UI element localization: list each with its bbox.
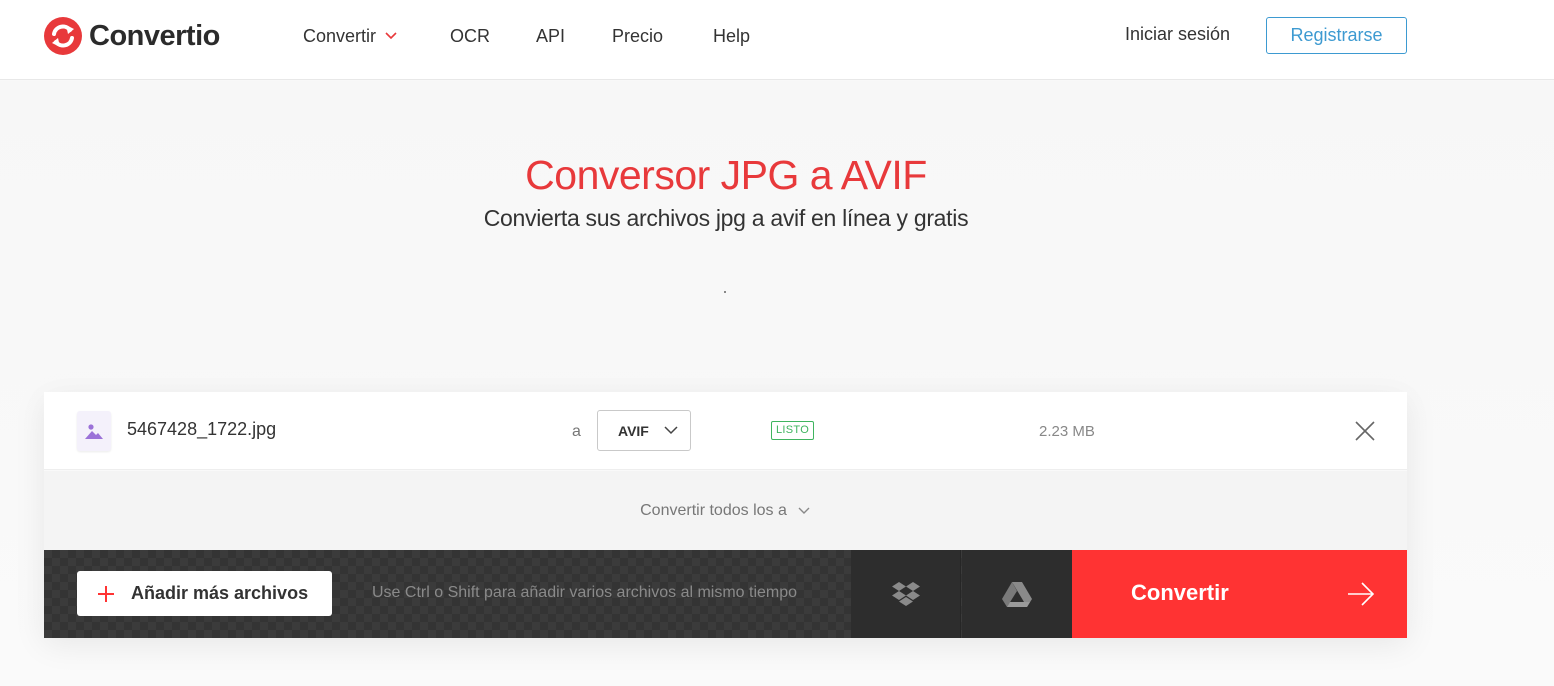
brand-logo[interactable]: Convertio <box>44 16 220 56</box>
chevron-down-icon <box>385 32 397 40</box>
convert-all-label: Convertir todos los a <box>640 501 787 519</box>
nav-convert[interactable]: Convertir <box>303 24 398 48</box>
convert-all-row: Convertir todos los a <box>44 471 1407 550</box>
file-row: 5467428_1722.jpg a AVIF LISTO 2.23 MB <box>44 392 1407 470</box>
nav-help[interactable]: Help <box>713 24 750 48</box>
file-name: 5467428_1722.jpg <box>127 419 277 439</box>
multi-select-hint: Use Ctrl o Shift para añadir varios arch… <box>372 584 798 601</box>
convertio-logo-icon <box>44 17 82 55</box>
convert-button[interactable]: Convertir <box>1072 550 1407 638</box>
register-button[interactable]: Registrarse <box>1266 17 1407 54</box>
brand-name: Convertio <box>89 19 220 52</box>
convert-button-label: Convertir <box>1131 580 1229 605</box>
google-drive-button[interactable] <box>962 550 1072 638</box>
nav-ocr[interactable]: OCR <box>450 24 490 48</box>
nav-convert-label: Convertir <box>303 25 377 46</box>
format-value: AVIF <box>618 422 649 439</box>
nav-api[interactable]: API <box>536 24 565 48</box>
image-file-icon <box>77 411 111 451</box>
chevron-down-icon <box>664 426 678 435</box>
dropbox-icon <box>891 582 920 606</box>
plus-icon <box>98 585 114 602</box>
page-title: Conversor JPG a AVIF <box>525 152 927 198</box>
add-files-label: Añadir más archivos <box>131 583 309 603</box>
page-subtitle: Convierta sus archivos jpg a avif en lín… <box>483 205 969 231</box>
login-link[interactable]: Iniciar sesión <box>1125 24 1230 45</box>
to-label: a <box>572 423 581 440</box>
nav-pricing[interactable]: Precio <box>612 24 663 48</box>
chevron-down-icon <box>798 507 810 514</box>
dot-icon <box>724 291 726 293</box>
action-bar: Añadir más archivos Use Ctrl o Shift par… <box>44 550 1407 638</box>
google-drive-icon <box>1002 582 1032 607</box>
format-select[interactable]: AVIF <box>597 410 691 451</box>
image-icon <box>85 424 103 439</box>
file-size: 2.23 MB <box>1039 423 1095 440</box>
dropbox-button[interactable] <box>851 550 961 638</box>
main-nav: Convertir OCR API Precio Help <box>303 24 750 48</box>
top-header: Convertio Convertir OCR API Precio Help … <box>0 0 1554 80</box>
add-files-button[interactable]: Añadir más archivos <box>77 571 332 616</box>
close-icon[interactable] <box>1354 420 1376 442</box>
status-badge: LISTO <box>771 421 815 440</box>
convert-all-dropdown[interactable]: Convertir todos los a <box>640 502 811 520</box>
decorative-mark <box>723 286 727 293</box>
arrow-right-icon <box>1348 582 1375 606</box>
conversion-card: 5467428_1722.jpg a AVIF LISTO 2.23 MB Co… <box>44 392 1407 638</box>
